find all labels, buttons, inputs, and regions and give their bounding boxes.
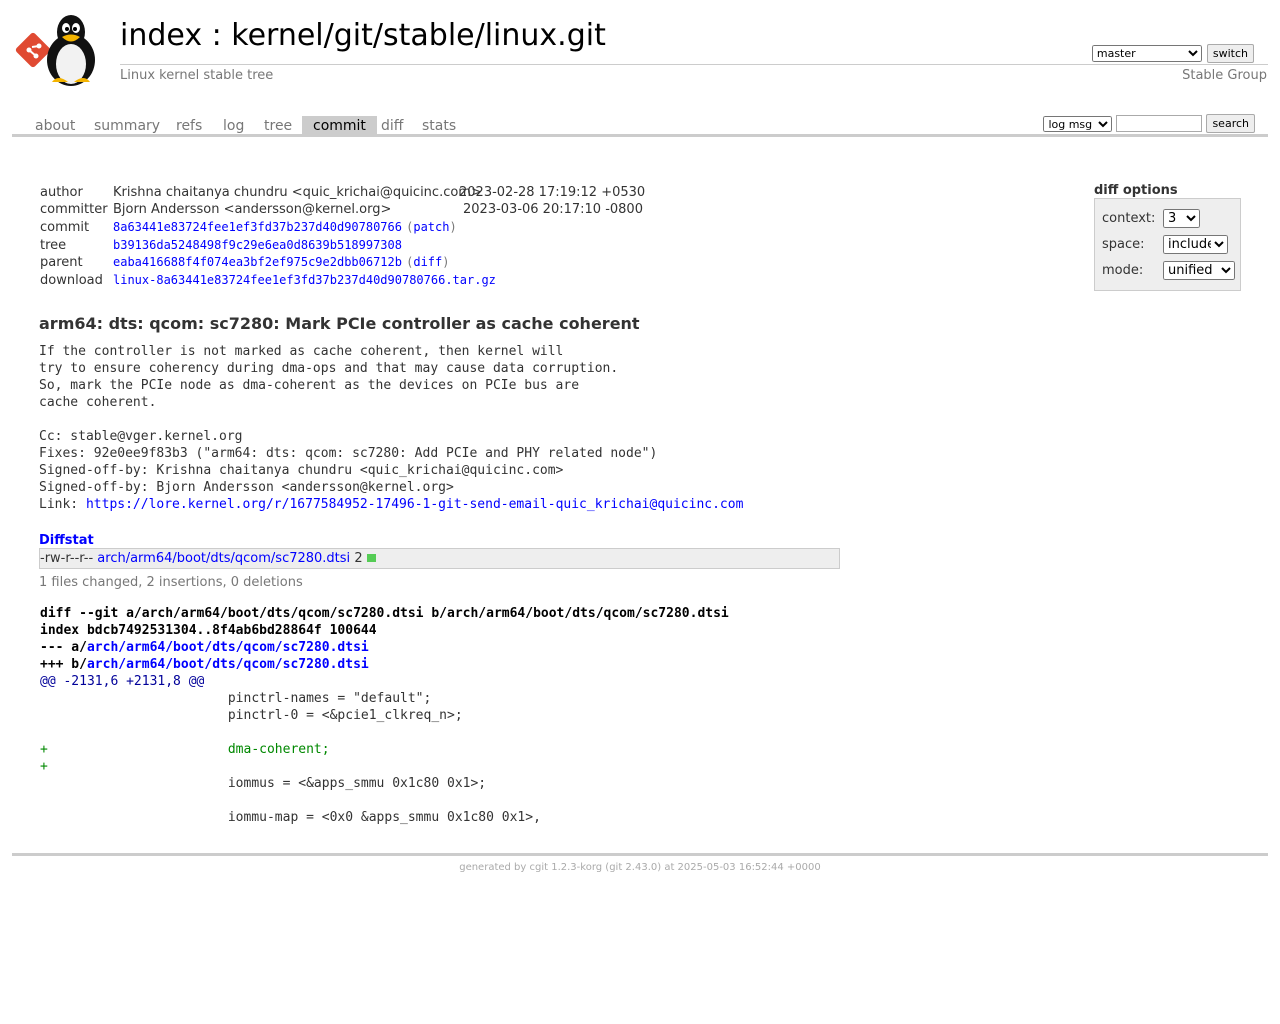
diffstat-file-link[interactable]: arch/arm64/boot/dts/qcom/sc7280.dtsi — [97, 551, 350, 566]
tab-summary[interactable]: summary — [83, 116, 171, 134]
switch-button[interactable]: switch — [1206, 44, 1254, 63]
repo-description: Linux kernel stable tree — [120, 68, 274, 83]
mode-label: mode: — [1102, 263, 1144, 278]
title-separator: : — [202, 18, 232, 53]
parent-diff-link[interactable]: diff — [413, 255, 442, 269]
diff-git-line: diff --git a/arch/arm64/boot/dts/qcom/sc… — [40, 606, 729, 621]
repo-link[interactable]: kernel/git/stable/linux.git — [231, 18, 606, 53]
branch-select[interactable]: master — [1091, 45, 1202, 62]
repo-owner: Stable Group — [1182, 68, 1267, 83]
search-button[interactable]: search — [1206, 114, 1255, 133]
diff-line-added: + — [40, 759, 48, 774]
footer: generated by cgit 1.2.3-korg (git 2.43.0… — [0, 862, 1280, 873]
diff-minus-prefix: --- a/ — [40, 640, 87, 655]
branch-form: master switch — [1091, 44, 1254, 63]
search-input[interactable] — [1116, 115, 1203, 132]
author-label: author — [40, 185, 83, 200]
commit-subject: arm64: dts: qcom: sc7280: Mark PCIe cont… — [39, 314, 640, 333]
tab-log[interactable]: log — [212, 116, 255, 134]
search-mode-select[interactable]: log msg — [1043, 115, 1113, 132]
download-label: download — [40, 273, 103, 288]
message-line: Cc: stable@vger.kernel.org — [39, 429, 243, 444]
tab-diff[interactable]: diff — [370, 116, 414, 134]
diffstat-header-link[interactable]: Diffstat — [39, 533, 94, 548]
header-divider — [120, 64, 1268, 65]
parent-label: parent — [40, 255, 83, 270]
diff-old-file-link[interactable]: arch/arm64/boot/dts/qcom/sc7280.dtsi — [87, 640, 369, 655]
diff-index-line: index bdcb7492531304..8f4ab6bd28864f 100… — [40, 623, 377, 638]
index-link[interactable]: index — [120, 18, 202, 53]
diff-hunk-header: @@ -2131,6 +2131,8 @@ — [40, 674, 205, 689]
message-line: try to ensure coherency during dma-ops a… — [39, 361, 619, 376]
search-form: log msg search — [1043, 114, 1255, 133]
link-prefix: Link: — [39, 497, 86, 512]
diff-new-file-link[interactable]: arch/arm64/boot/dts/qcom/sc7280.dtsi — [87, 657, 369, 672]
diffstat-table: -rw-r--r-- arch/arm64/boot/dts/qcom/sc72… — [39, 548, 840, 569]
tab-tree[interactable]: tree — [253, 116, 303, 134]
message-line: Fixes: 92e0ee9f83b3 ("arm64: dts: qcom: … — [39, 446, 658, 461]
diff-options-panel: context: 3 space: include mode: unified — [1094, 198, 1241, 291]
message-line: cache coherent. — [39, 395, 157, 410]
author-date: 2023-02-28 17:19:12 +0530 — [459, 185, 646, 200]
file-mode: -rw-r--r-- — [40, 551, 94, 566]
committer-date: 2023-03-06 20:17:10 -0800 — [463, 202, 643, 217]
message-line: If the controller is not marked as cache… — [39, 344, 564, 359]
diff-line-context: pinctrl-0 = <&pcie1_clkreq_n>; — [40, 708, 463, 723]
message-line: So, mark the PCIe node as dma-coherent a… — [39, 378, 580, 393]
diff-line-context: iommu-map = <0x0 &apps_smmu 0x1c80 0x1>, — [40, 810, 541, 825]
parent-hash-link[interactable]: eaba416688f4f074ea3bf2ef975c9e2dbb06712b — [113, 255, 402, 269]
cgit-link[interactable]: cgit 1.2.3-korg — [530, 862, 603, 873]
logo-icon[interactable] — [14, 12, 110, 86]
commit-hash-link[interactable]: 8a63441e83724fee1ef3fd37b237d40d90780766 — [113, 220, 402, 234]
tab-stats[interactable]: stats — [411, 116, 467, 134]
diffstat-insertion-bar — [366, 553, 376, 562]
diffstat-count: 2 — [354, 551, 363, 566]
diff-paren: (diff) — [406, 255, 450, 269]
diff-line-context: iommus = <&apps_smmu 0x1c80 0x1>; — [40, 776, 487, 791]
tab-refs[interactable]: refs — [165, 116, 213, 134]
space-label: space: — [1102, 237, 1145, 252]
tab-about[interactable]: about — [24, 116, 86, 134]
context-select[interactable]: 3 — [1163, 209, 1200, 228]
commit-label: commit — [40, 220, 90, 235]
diff-view: diff --git a/arch/arm64/boot/dts/qcom/sc… — [40, 605, 729, 826]
tree-label: tree — [40, 238, 67, 253]
context-label: context: — [1102, 211, 1156, 226]
author-value: Krishna chaitanya chundru <quic_krichai@… — [113, 185, 482, 200]
mode-select[interactable]: unified — [1163, 261, 1235, 280]
footer-git-info: (git 2.43.0) at 2025-05-03 16:52:44 +000… — [602, 862, 821, 873]
tree-hash-link[interactable]: b39136da5248498f9c29e6ea0d8639b518997308 — [113, 238, 402, 252]
diff-options-title: diff options — [1094, 183, 1178, 198]
tab-commit[interactable]: commit — [302, 116, 377, 134]
download-link[interactable]: linux-8a63441e83724fee1ef3fd37b237d40d90… — [113, 273, 496, 287]
space-select[interactable]: include — [1163, 235, 1228, 254]
footer-divider — [12, 853, 1268, 856]
diff-plus-prefix: +++ b/ — [40, 657, 87, 672]
diffstat-summary: 1 files changed, 2 insertions, 0 deletio… — [39, 575, 303, 590]
message-line: Signed-off-by: Bjorn Andersson <andersso… — [39, 480, 454, 495]
footer-prefix: generated by — [459, 862, 530, 873]
committer-label: committer — [40, 202, 108, 217]
lore-link[interactable]: https://lore.kernel.org/r/1677584952-174… — [86, 497, 743, 512]
diff-line-context: pinctrl-names = "default"; — [40, 691, 432, 706]
patch-link[interactable]: patch — [413, 220, 449, 234]
diff-line-added: + dma-coherent; — [40, 742, 330, 757]
patch-paren: (patch) — [406, 220, 457, 234]
page-title: index : kernel/git/stable/linux.git — [120, 18, 606, 53]
commit-message: If the controller is not marked as cache… — [39, 343, 743, 513]
committer-value: Bjorn Andersson <andersson@kernel.org> — [113, 202, 392, 217]
message-line: Signed-off-by: Krishna chaitanya chundru… — [39, 463, 564, 478]
